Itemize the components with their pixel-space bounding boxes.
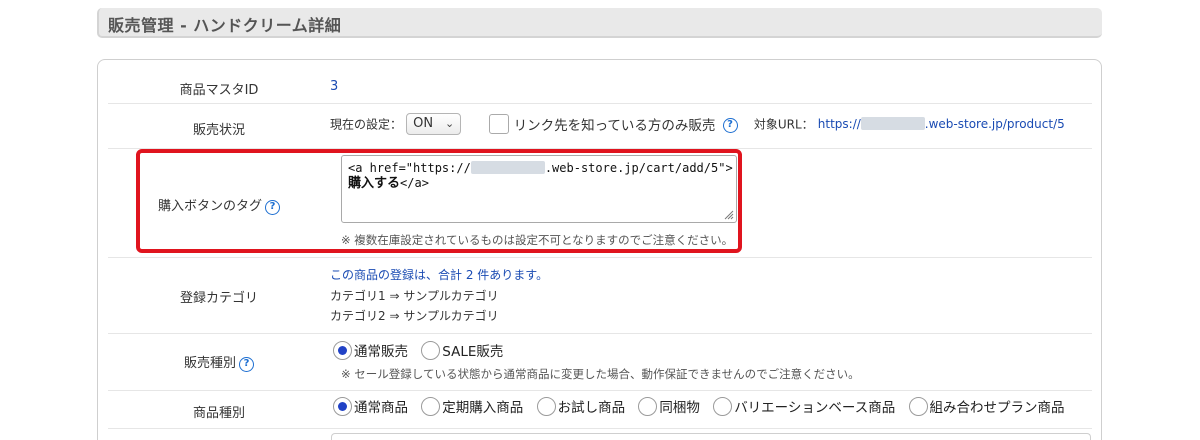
option-label: 通常商品 bbox=[354, 400, 408, 416]
product-type-option[interactable]: お試し商品 bbox=[536, 396, 626, 416]
target-url-link[interactable]: https:// .web-store.jp/product/5 bbox=[818, 117, 1065, 131]
master-id-label: 商品マスタID bbox=[179, 83, 259, 98]
sale-type-radio-group: 通常販売 SALE販売 bbox=[333, 340, 512, 360]
product-type-option[interactable]: 通常商品 bbox=[333, 396, 408, 416]
url-prefix: https:// bbox=[817, 117, 861, 131]
product-type-option[interactable]: 同梱物 bbox=[638, 396, 700, 416]
option-label: 組み合わせプラン商品 bbox=[929, 400, 1065, 416]
sale-type-note: ※ セール登録している状態から通常商品に変更した場合、動作保証できませんのでご注… bbox=[341, 367, 860, 381]
radio-button[interactable] bbox=[638, 396, 658, 416]
chevron-down-icon: ⌄ bbox=[444, 117, 455, 130]
radio-button[interactable] bbox=[536, 396, 556, 416]
product-type-radio-group: 通常商品 定期購入商品 お試し商品 同梱物 バリエーションベース商品 組み合わせ… bbox=[333, 396, 1074, 416]
category-label: 登録カテゴリ bbox=[179, 291, 258, 306]
sale-type-option-normal[interactable]: 通常販売 bbox=[333, 340, 408, 360]
sale-status-select-value: ON bbox=[413, 116, 434, 131]
radio-button[interactable] bbox=[421, 396, 441, 416]
sale-status-label: 販売状況 bbox=[192, 123, 245, 138]
row-sale-status: 販売状況 現在の設定： ON ⌄ リンク先を知っている方のみ販売 ? 対象URL… bbox=[108, 104, 1092, 149]
product-type-option[interactable]: 組み合わせプラン商品 bbox=[908, 396, 1065, 416]
target-url-label: 対象URL： bbox=[753, 117, 814, 132]
sale-status-controls: 現在の設定： ON ⌄ リンク先を知っている方のみ販売 ? 対象URL： htt… bbox=[330, 113, 1065, 135]
row-category: 登録カテゴリ この商品の登録は、合計 2 件あります。 カテゴリ1 ⇒ サンプル… bbox=[108, 258, 1092, 334]
category-item: カテゴリ2 ⇒ サンプルカテゴリ bbox=[330, 309, 499, 323]
sale-type-label: 販売種別 bbox=[183, 356, 236, 371]
radio-button[interactable] bbox=[908, 396, 928, 416]
link-only-checkbox[interactable] bbox=[489, 114, 510, 134]
option-label: バリエーションベース商品 bbox=[734, 400, 896, 416]
link-only-label[interactable]: リンク先を知っている方のみ販売 bbox=[514, 118, 716, 134]
help-icon[interactable]: ? bbox=[239, 357, 254, 372]
radio-button[interactable] bbox=[713, 396, 733, 416]
option-label: SALE販売 bbox=[442, 344, 504, 360]
next-field-input[interactable] bbox=[331, 433, 1091, 440]
product-type-option[interactable]: バリエーションベース商品 bbox=[713, 396, 895, 416]
radio-button[interactable] bbox=[333, 396, 352, 416]
radio-button[interactable] bbox=[421, 340, 441, 360]
product-type-label: 商品種別 bbox=[192, 406, 245, 421]
page-title: 販売管理 - ハンドクリーム詳細 bbox=[108, 16, 342, 35]
option-label: 定期購入商品 bbox=[442, 400, 524, 416]
category-summary: この商品の登録は、合計 2 件あります。 bbox=[330, 268, 549, 282]
highlight-box bbox=[136, 149, 742, 253]
master-id-value: 3 bbox=[330, 79, 339, 94]
sale-type-option-sale[interactable]: SALE販売 bbox=[421, 340, 503, 360]
help-icon[interactable]: ? bbox=[722, 117, 738, 133]
row-master-id: 商品マスタID 3 bbox=[108, 66, 1092, 104]
setting-label: 現在の設定： bbox=[330, 117, 403, 132]
sale-type-label-wrap: 販売種別? bbox=[108, 352, 330, 372]
product-type-option[interactable]: 定期購入商品 bbox=[421, 396, 523, 416]
redacted-subdomain bbox=[860, 117, 925, 130]
category-item: カテゴリ1 ⇒ サンプルカテゴリ bbox=[330, 289, 499, 303]
option-label: 通常販売 bbox=[354, 344, 408, 360]
sale-status-select[interactable]: ON ⌄ bbox=[406, 113, 462, 135]
option-label: 同梱物 bbox=[659, 400, 700, 416]
page-header: 販売管理 - ハンドクリーム詳細 bbox=[97, 8, 1102, 38]
radio-button[interactable] bbox=[333, 340, 352, 360]
row-sale-type: 販売種別? 通常販売 SALE販売 ※ セール登録している状態から通常商品に変更… bbox=[108, 334, 1092, 391]
row-product-type: 商品種別 通常商品 定期購入商品 お試し商品 同梱物 バリエーションベース商品 … bbox=[108, 391, 1092, 429]
url-suffix: .web-store.jp/product/5 bbox=[924, 117, 1065, 131]
option-label: お試し商品 bbox=[557, 400, 626, 416]
